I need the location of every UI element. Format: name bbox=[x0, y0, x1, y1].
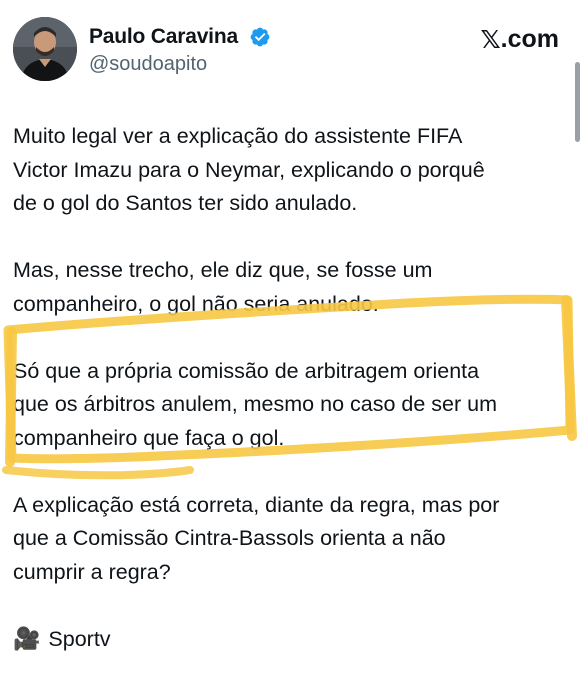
author-name[interactable]: Paulo Caravina bbox=[89, 25, 238, 49]
scrollbar[interactable] bbox=[575, 62, 580, 142]
x-icon: 𝕏 bbox=[480, 24, 501, 54]
tweet-paragraph: Só que a própria comissão de arbitragem … bbox=[13, 358, 497, 450]
verified-badge-icon bbox=[250, 27, 270, 47]
media-credit: 🎥 Sportv bbox=[13, 623, 573, 657]
author-handle[interactable]: @soudoapito bbox=[89, 53, 207, 76]
media-credit-label: Sportv bbox=[48, 626, 111, 651]
tweet-paragraph: Muito legal ver a explicação do assisten… bbox=[13, 124, 485, 215]
tweet-paragraph: A explicação está correta, diante da reg… bbox=[13, 492, 500, 584]
site-domain-text: .com bbox=[500, 24, 559, 53]
x-logo[interactable]: 𝕏 .com bbox=[480, 24, 559, 54]
tweet-paragraph: Mas, nesse trecho, ele diz que, se fosse… bbox=[13, 258, 433, 316]
tweet-text: Muito legal ver a explicação do assisten… bbox=[13, 120, 573, 656]
tweet-header: Paulo Caravina @soudoapito 𝕏 .com bbox=[0, 0, 583, 100]
movie-camera-icon: 🎥 bbox=[13, 626, 41, 652]
avatar[interactable] bbox=[13, 17, 77, 81]
